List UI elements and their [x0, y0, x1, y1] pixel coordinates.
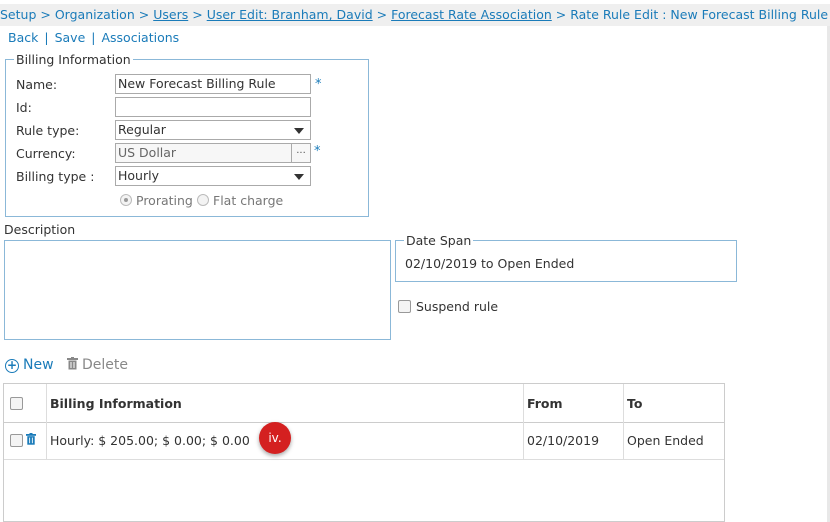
row-billing-info-link[interactable]: Hourly: $ 205.00; $ 0.00; $ 0.00 — [50, 433, 250, 448]
id-input[interactable] — [115, 97, 311, 117]
required-marker: * — [314, 144, 321, 159]
currency-value: US Dollar — [118, 145, 177, 160]
breadcrumb-current: Rate Rule Edit : New Forecast Billing Ru… — [570, 7, 829, 22]
date-span-value[interactable]: 02/10/2019 to Open Ended — [405, 256, 574, 271]
currency-label: Currency: — [16, 146, 76, 161]
grid-header: Billing Information From To — [4, 384, 724, 423]
radio-prorating[interactable]: Prorating — [120, 193, 193, 208]
annotation-badge: iv. — [259, 422, 291, 454]
new-label: New — [23, 357, 54, 373]
column-header-from[interactable]: From — [527, 396, 563, 411]
breadcrumb-separator: > — [138, 7, 150, 22]
date-span-legend: Date Span — [406, 233, 472, 248]
description-label: Description — [4, 222, 76, 237]
trash-icon[interactable] — [26, 433, 36, 445]
breadcrumb-users-link[interactable]: Users — [153, 7, 188, 22]
select-all-checkbox[interactable] — [10, 397, 23, 410]
breadcrumb-separator: > — [376, 7, 388, 22]
action-divider: | — [44, 30, 49, 45]
breadcrumb-user-edit-link[interactable]: User Edit: Branham, David — [207, 7, 373, 22]
radio-flat-charge-circle — [197, 194, 209, 206]
breadcrumb-separator: > — [192, 7, 203, 22]
column-header-billing-info[interactable]: Billing Information — [50, 396, 182, 411]
radio-flat-charge[interactable]: Flat charge — [197, 193, 283, 208]
new-button[interactable]: + New — [5, 357, 54, 373]
billing-rules-grid: Billing Information From To Hourly: $ 20… — [3, 383, 725, 522]
radio-prorating-label: Prorating — [136, 193, 193, 208]
name-input[interactable]: New Forecast Billing Rule — [115, 74, 311, 94]
billing-type-value: Hourly — [118, 168, 159, 183]
trash-icon — [67, 357, 78, 370]
currency-lookup-button[interactable]: ... — [291, 144, 310, 162]
breadcrumb-separator: > — [40, 7, 51, 22]
row-from: 02/10/2019 — [527, 433, 600, 448]
row-to: Open Ended — [627, 433, 704, 448]
radio-prorating-circle — [120, 194, 132, 206]
rule-type-label: Rule type: — [16, 123, 80, 138]
breadcrumb-forecast-rate-link[interactable]: Forecast Rate Association — [391, 7, 552, 22]
breadcrumb-setup: Setup — [0, 7, 37, 22]
delete-label: Delete — [82, 357, 128, 373]
radio-flat-charge-label: Flat charge — [213, 193, 284, 208]
name-label: Name: — [16, 77, 58, 92]
breadcrumb-organization: Organization — [54, 7, 135, 22]
suspend-checkbox-box[interactable] — [398, 300, 411, 313]
required-marker: * — [315, 77, 322, 92]
action-links: Back | Save | Associations — [8, 30, 179, 45]
associations-link[interactable]: Associations — [101, 30, 179, 45]
currency-input[interactable]: US Dollar ... — [115, 143, 311, 163]
billing-information-legend: Billing Information — [16, 52, 131, 67]
billing-type-label: Billing type : — [16, 169, 95, 184]
breadcrumb: Setup > Organization > Users > User Edit… — [0, 4, 830, 26]
table-row: Hourly: $ 205.00; $ 0.00; $ 0.00 02/10/2… — [4, 422, 724, 460]
suspend-rule-checkbox[interactable]: Suspend rule — [398, 299, 498, 314]
suspend-rule-label: Suspend rule — [416, 299, 499, 314]
delete-button[interactable]: Delete — [67, 357, 128, 373]
column-header-to[interactable]: To — [627, 396, 642, 411]
billing-type-select[interactable]: Hourly — [115, 166, 311, 186]
row-checkbox[interactable] — [10, 434, 23, 447]
id-label: Id: — [16, 100, 32, 115]
breadcrumb-separator: > — [555, 7, 567, 22]
rule-type-select[interactable]: Regular — [115, 120, 311, 140]
plus-circle-icon: + — [5, 358, 19, 373]
back-link[interactable]: Back — [8, 30, 38, 45]
description-textarea[interactable] — [4, 240, 391, 340]
save-link[interactable]: Save — [55, 30, 86, 45]
action-divider: | — [91, 30, 96, 45]
rule-type-value: Regular — [118, 122, 166, 137]
